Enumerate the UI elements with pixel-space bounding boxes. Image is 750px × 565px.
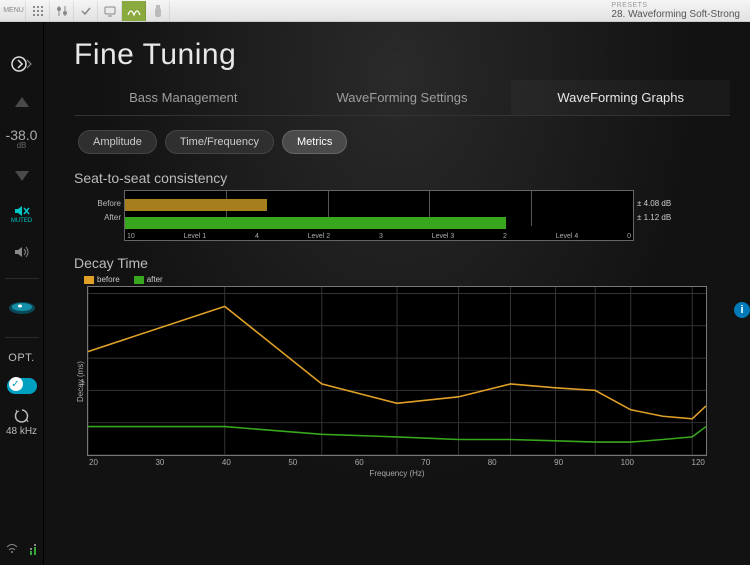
content-area: Fine Tuning Bass Management WaveForming … [44,22,750,565]
decay-yticks: 1 [73,286,85,478]
os-toolbar: MENU PRESETS 28. Waveforming Soft-Strong [0,0,750,22]
main-tabs: Bass Management WaveForming Settings Wav… [74,80,730,116]
seat-bar-chart: Before ± 4.08 dB After ± 1.12 dB 10 Leve… [124,190,634,241]
bar-after-label: After [83,213,121,222]
seat-consistency-section: Seat-to-seat consistency Before ± 4.08 d… [74,170,730,241]
screen-icon[interactable] [98,1,122,21]
dim-button[interactable] [7,240,37,264]
decay-xaxis-label: Frequency (Hz) [87,469,707,478]
tab-waveforming-settings[interactable]: WaveForming Settings [293,80,512,115]
subtab-amplitude[interactable]: Amplitude [78,130,157,154]
bypass-icon[interactable] [7,52,37,76]
seat-title: Seat-to-seat consistency [74,170,730,186]
sliders-icon[interactable] [50,1,74,21]
subtab-time-frequency[interactable]: Time/Frequency [165,130,274,154]
optimizer-toggle[interactable] [7,378,37,394]
gain-up-button[interactable] [7,90,37,114]
gain-down-button[interactable] [7,164,37,188]
source-icon[interactable] [7,293,37,323]
opt-label: OPT. [8,352,34,364]
bottle-icon[interactable] [146,1,170,21]
grid-icon[interactable] [26,1,50,21]
decay-xticks: 20 30 40 50 60 70 80 90 100 120 [87,458,707,467]
preset-selector[interactable]: PRESETS 28. Waveforming Soft-Strong [601,0,750,22]
wifi-icon[interactable] [5,542,19,559]
gain-unit: dB [17,142,27,150]
preset-label: PRESETS [611,2,647,9]
preset-value: 28. Waveforming Soft-Strong [611,9,740,20]
bar-axis-ticks: 10 Level 1 4 Level 2 3 Level 3 2 Level 4… [125,233,633,240]
mute-label: MUTED [11,218,32,224]
bar-after-value: ± 1.12 dB [637,213,693,222]
tab-bass-management[interactable]: Bass Management [74,80,293,115]
decay-chart [87,286,707,456]
menu-button[interactable]: MENU [2,1,26,21]
gain-readout: -38.0 dB [6,128,38,150]
subtab-metrics[interactable]: Metrics [282,130,347,154]
mute-button[interactable]: MUTED [7,202,37,226]
decay-legend: before after [84,275,730,284]
page-title: Fine Tuning [74,38,730,72]
decay-title: Decay Time [74,255,730,271]
bar-before [125,199,267,211]
clock-rate: 48 kHz [6,426,37,437]
check-icon[interactable] [74,1,98,21]
gain-value: -38.0 [6,128,38,142]
legend-swatch-after [134,276,144,284]
meter-icon[interactable] [28,542,38,559]
bar-before-value: ± 4.08 dB [637,199,693,208]
bar-before-label: Before [83,199,121,208]
info-button[interactable]: i [734,302,750,318]
left-sidebar: -38.0 dB MUTED OPT. 48 kHz [0,22,44,565]
tuning-icon[interactable] [122,1,146,21]
legend-swatch-before [84,276,94,284]
clock-section[interactable]: 48 kHz [6,408,37,437]
tab-waveforming-graphs[interactable]: WaveForming Graphs [511,80,730,115]
bar-after [125,217,506,229]
decay-time-section: Decay Time before after Decay (ms) 1 [74,255,730,478]
sub-tabs: Amplitude Time/Frequency Metrics [74,116,730,168]
